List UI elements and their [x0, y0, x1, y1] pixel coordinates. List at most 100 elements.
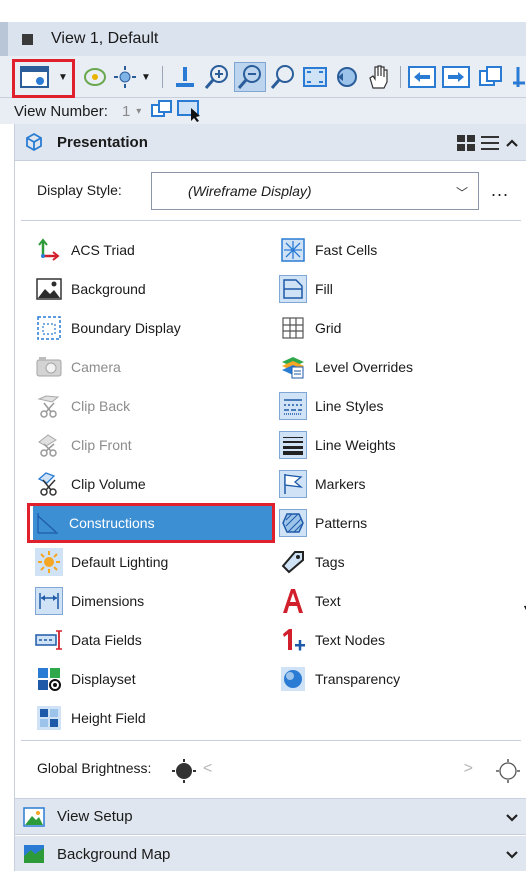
item-text-nodes[interactable]: Text Nodes	[279, 622, 509, 658]
item-label: Dimensions	[71, 593, 145, 609]
item-patterns[interactable]: Patterns	[279, 505, 509, 541]
data-fields-icon	[35, 626, 63, 654]
zoom-out-icon	[237, 65, 261, 89]
item-clip-volume[interactable]: Clip Volume	[35, 466, 275, 502]
view-number-value[interactable]: 1	[122, 103, 130, 120]
chevron-left-icon[interactable]: <	[203, 760, 212, 778]
window-title: View 1, Default	[51, 30, 159, 47]
display-mode-icon	[84, 68, 106, 86]
chevron-up-icon[interactable]	[505, 137, 519, 149]
fill-icon	[279, 275, 307, 303]
chevron-down-icon[interactable]: ▾	[136, 106, 141, 117]
item-dimensions[interactable]: Dimensions	[35, 583, 275, 619]
item-label: Clip Back	[71, 398, 131, 414]
item-line-weights[interactable]: Line Weights	[279, 427, 509, 463]
view-title-bar: View 1, Default	[0, 22, 526, 56]
chevron-down-icon[interactable]	[505, 849, 519, 861]
copy-view-button[interactable]	[476, 62, 506, 92]
view-number-label: View Number:	[14, 102, 108, 120]
global-brightness-label: Global Brightness:	[37, 760, 152, 776]
highlight-box	[27, 503, 275, 543]
toolbar-overflow[interactable]	[510, 62, 526, 92]
fit-view-button[interactable]	[300, 62, 330, 92]
item-label: Fast Cells	[315, 242, 378, 258]
select-view-icon[interactable]	[177, 100, 203, 122]
view-number-bar: View Number: 1 ▾	[0, 98, 526, 124]
item-label: Level Overrides	[315, 359, 414, 375]
view-setup-controls	[505, 799, 519, 836]
presentation-section-header[interactable]: Presentation	[15, 124, 526, 161]
background-map-icon	[23, 843, 45, 865]
item-label: Patterns	[315, 515, 368, 531]
item-acs-triad[interactable]: ACS Triad	[35, 232, 275, 268]
item-transparency[interactable]: Transparency	[279, 661, 509, 697]
item-tags[interactable]: Tags	[279, 544, 509, 580]
item-displayset[interactable]: Displayset	[35, 661, 275, 697]
patterns-icon	[279, 509, 307, 537]
display-style-row: Display Style: (Wireframe Display) ﹀ ...	[15, 172, 526, 212]
item-text[interactable]: Text	[279, 583, 509, 619]
transparency-icon	[279, 665, 307, 693]
dark-sun-icon	[172, 759, 196, 783]
item-label: Transparency	[315, 671, 401, 687]
item-label: Displayset	[71, 671, 136, 687]
fence-icon	[513, 67, 525, 87]
rotate-view-button[interactable]	[332, 62, 362, 92]
line-weights-icon	[279, 431, 307, 459]
item-label: Boundary Display	[71, 320, 181, 336]
item-fill[interactable]: Fill	[279, 271, 509, 307]
pan-view-button[interactable]	[364, 62, 394, 92]
item-default-lighting[interactable]: Default Lighting	[35, 544, 275, 580]
view-next-icon	[442, 66, 470, 88]
item-line-styles[interactable]: Line Styles	[279, 388, 509, 424]
view-display-mode-button[interactable]	[80, 62, 110, 92]
zoom-out-button[interactable]	[234, 62, 266, 92]
chevron-down-icon[interactable]	[505, 812, 519, 824]
display-style-more-button[interactable]: ...	[491, 180, 509, 201]
item-camera[interactable]: Camera	[35, 349, 275, 385]
markers-dropdown-arrow[interactable]: ▼	[522, 603, 526, 613]
display-style-label: Display Style:	[37, 182, 122, 198]
zoom-in-button[interactable]	[202, 62, 232, 92]
item-boundary-display[interactable]: Boundary Display	[35, 310, 275, 346]
view-setup-icon	[23, 806, 45, 828]
rotate-view-icon	[337, 67, 357, 87]
copy-view-icon	[479, 66, 502, 86]
view-groups-icon[interactable]	[151, 100, 173, 118]
list-view-icon[interactable]	[481, 135, 499, 151]
item-label: Line Styles	[315, 398, 384, 414]
global-brightness-slider[interactable]: < >	[203, 758, 473, 782]
item-clip-front[interactable]: Clip Front	[35, 427, 275, 463]
window-area-button[interactable]	[268, 62, 298, 92]
item-background[interactable]: Background	[35, 271, 275, 307]
cube-icon	[23, 131, 45, 153]
window-area-icon	[270, 65, 294, 89]
lighting-dropdown[interactable]: ▼	[140, 62, 152, 92]
acs-triad-icon	[35, 236, 63, 264]
item-level-overrides[interactable]: Level Overrides	[279, 349, 509, 385]
background-map-section-header[interactable]: Background Map	[15, 836, 526, 871]
item-label: Background	[71, 281, 146, 297]
display-style-select[interactable]: (Wireframe Display) ﹀	[151, 172, 479, 210]
view-setup-section-header[interactable]: View Setup	[15, 798, 526, 835]
text-nodes-icon	[279, 626, 307, 654]
grid-view-icon[interactable]	[457, 134, 475, 151]
item-data-fields[interactable]: Data Fields	[35, 622, 275, 658]
item-fast-cells[interactable]: Fast Cells	[279, 232, 509, 268]
view-next-button[interactable]	[440, 62, 472, 92]
item-label: Tags	[315, 554, 345, 570]
pan-hand-icon	[369, 65, 388, 89]
view-attributes-panel: Presentation Display Style: (Wireframe D…	[14, 124, 526, 871]
item-grid[interactable]: Grid	[279, 310, 509, 346]
chevron-right-icon[interactable]: >	[464, 760, 473, 778]
lighting-button[interactable]	[110, 62, 140, 92]
view-previous-button[interactable]	[406, 62, 438, 92]
update-view-button[interactable]	[170, 62, 200, 92]
item-label: Markers	[315, 476, 366, 492]
item-label: Camera	[71, 359, 121, 375]
lighting-icon	[35, 548, 63, 576]
clip-volume-icon	[35, 470, 63, 498]
item-markers[interactable]: Markers	[279, 466, 509, 502]
item-clip-back[interactable]: Clip Back	[35, 388, 275, 424]
item-height-field[interactable]: Height Field	[35, 700, 275, 736]
